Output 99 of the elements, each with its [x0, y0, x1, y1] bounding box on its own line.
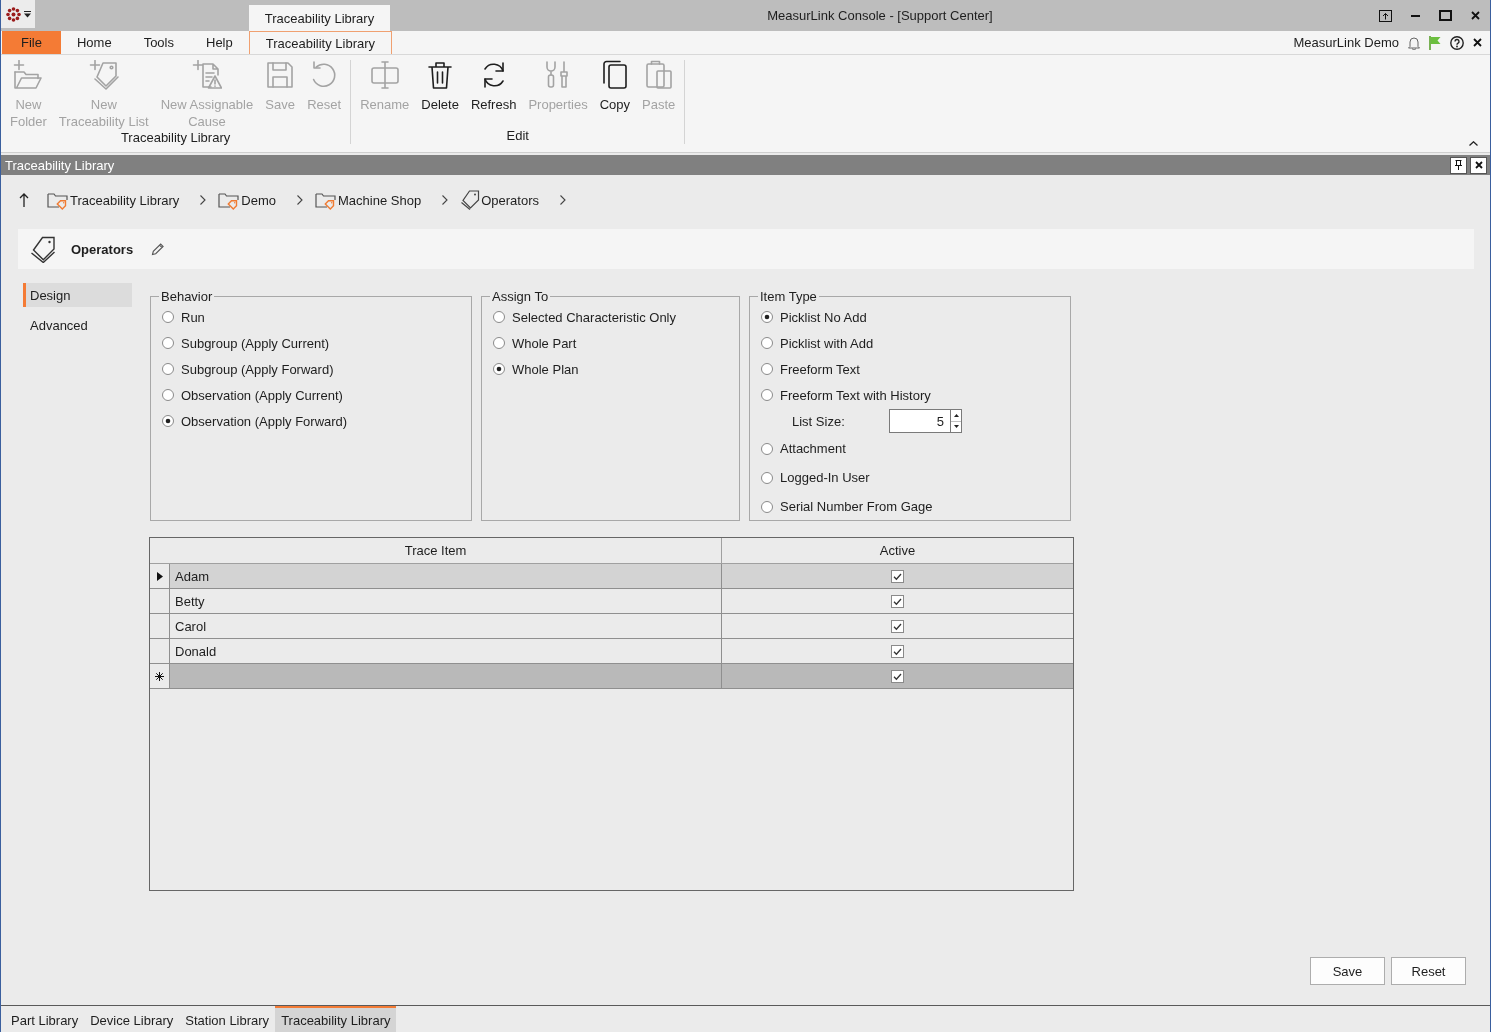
group-title: Item Type [759, 289, 818, 304]
reset-button[interactable]: Reset [1391, 957, 1466, 985]
chevron-right-icon[interactable] [297, 195, 304, 205]
radio-option[interactable]: Attachment [758, 434, 1062, 463]
ribbon-button[interactable]: Refresh [464, 60, 523, 113]
folder-tag-icon [218, 190, 241, 210]
bell-icon[interactable] [1408, 35, 1420, 50]
row-header[interactable] [150, 564, 170, 588]
ribbon-button[interactable]: Delete [415, 60, 465, 113]
document-tab[interactable]: Traceability Library [275, 1006, 397, 1032]
chevron-up-icon[interactable] [1469, 141, 1478, 146]
minimize-icon[interactable] [1410, 14, 1420, 17]
arrow-up-icon[interactable] [19, 193, 29, 207]
window-title: MeasurLink Console - [Support Center] [766, 7, 994, 25]
tag-icon [460, 190, 481, 210]
menu-tab[interactable]: Help [190, 31, 249, 54]
radio-option[interactable]: Freeform Text with History [758, 382, 1062, 408]
breadcrumb-item[interactable]: Machine Shop [315, 188, 422, 212]
menu-tab[interactable]: Home [60, 31, 128, 54]
radio-option[interactable]: Picklist No Add [758, 304, 1062, 330]
item-name: Operators [71, 241, 134, 257]
checkbox-icon[interactable] [891, 619, 904, 633]
breadcrumb-item[interactable]: Operators [460, 188, 539, 212]
document-tab[interactable]: Part Library [5, 1006, 85, 1032]
close-icon [1474, 161, 1483, 169]
document-tab[interactable]: Device Library [84, 1006, 180, 1032]
pin-button[interactable] [1450, 156, 1467, 174]
radio-option[interactable]: Subgroup (Apply Forward) [159, 356, 463, 382]
app-menu-button[interactable] [1, 0, 35, 28]
ribbon-button[interactable]: Copy [593, 60, 636, 113]
breadcrumb-item[interactable]: Traceability Library [47, 188, 180, 212]
column-header[interactable]: Trace Item [150, 538, 722, 563]
group-label: Edit [506, 128, 529, 144]
nav-item[interactable]: Design [23, 283, 132, 307]
group-title: Assign To [491, 289, 550, 304]
contextual-tab-header: Traceability Library [249, 5, 390, 31]
help-icon[interactable] [1450, 35, 1464, 50]
document-tab[interactable]: Station Library [179, 1006, 276, 1032]
breadcrumb-item[interactable]: Demo [218, 188, 277, 212]
checkbox-icon[interactable] [891, 569, 904, 583]
table-cell: Carol [170, 614, 722, 638]
radio-option[interactable]: Observation (Apply Forward) [159, 408, 463, 434]
pin-icon [1455, 160, 1462, 170]
pencil-icon[interactable] [151, 242, 166, 256]
app-logo-icon [5, 6, 21, 22]
close-icon[interactable] [1473, 38, 1482, 47]
new-row-icon [155, 671, 164, 681]
nav-item[interactable]: Advanced [23, 313, 132, 337]
radio-option[interactable]: Subgroup (Apply Current) [159, 330, 463, 356]
panel-title: Traceability Library [5, 157, 116, 173]
table-row[interactable]: Carol [150, 614, 1073, 639]
table-row[interactable]: Betty [150, 589, 1073, 614]
radio-option[interactable]: Whole Part [490, 330, 731, 356]
radio-option[interactable]: Picklist with Add [758, 330, 1062, 356]
chevron-right-icon[interactable] [559, 195, 566, 205]
group-title: Behavior [160, 289, 214, 304]
table-row[interactable]: Adam [150, 564, 1073, 589]
group-label: Traceability Library [120, 130, 231, 146]
radio-option[interactable]: Logged-In User [758, 463, 1062, 492]
checkbox-icon[interactable] [891, 594, 904, 608]
tag-plus-icon [88, 60, 119, 90]
number-field[interactable]: 5 [889, 409, 950, 433]
close-icon[interactable] [1470, 11, 1480, 20]
maximize-icon[interactable] [1438, 10, 1452, 21]
caret-up-icon [953, 413, 959, 417]
radio-option[interactable]: Serial Number From Gage [758, 492, 1062, 521]
document-warning-icon [191, 60, 222, 90]
checkbox-icon[interactable] [891, 669, 904, 683]
folder-tag-icon [315, 190, 338, 210]
pop-out-icon[interactable] [1378, 9, 1392, 22]
file-menu-button[interactable]: File [2, 31, 61, 54]
save-icon [265, 60, 296, 90]
row-pointer-icon [156, 571, 163, 581]
clipboard-icon [643, 60, 674, 90]
menu-tab[interactable]: Traceability Library [248, 31, 393, 54]
radio-option[interactable]: Observation (Apply Current) [159, 382, 463, 408]
save-button[interactable]: Save [1310, 957, 1385, 985]
folder-plus-icon [13, 60, 44, 90]
user-name: MeasurLink Demo [1293, 35, 1399, 50]
caret-down-icon [23, 10, 31, 18]
menu-tab[interactable]: Tools [127, 31, 190, 54]
column-header[interactable]: Active [722, 538, 1073, 563]
radio-option[interactable]: Selected Characteristic Only [490, 304, 731, 330]
field-label: List Size: [792, 413, 846, 429]
row-header[interactable] [150, 664, 170, 688]
caret-down-icon [953, 425, 959, 429]
close-button[interactable] [1470, 156, 1487, 174]
chevron-right-icon[interactable] [442, 195, 449, 205]
radio-option[interactable]: Run [159, 304, 463, 330]
radio-option[interactable]: Freeform Text [758, 356, 1062, 382]
chevron-right-icon[interactable] [200, 195, 207, 205]
table-cell: Adam [170, 564, 722, 588]
checkbox-icon[interactable] [891, 644, 904, 658]
table-cell: Donald [170, 639, 722, 663]
radio-option[interactable]: Whole Plan [490, 356, 731, 382]
table-cell: Betty [170, 589, 722, 613]
tag-icon [30, 235, 56, 263]
rename-icon [369, 60, 400, 90]
folder-tag-icon [47, 190, 69, 210]
